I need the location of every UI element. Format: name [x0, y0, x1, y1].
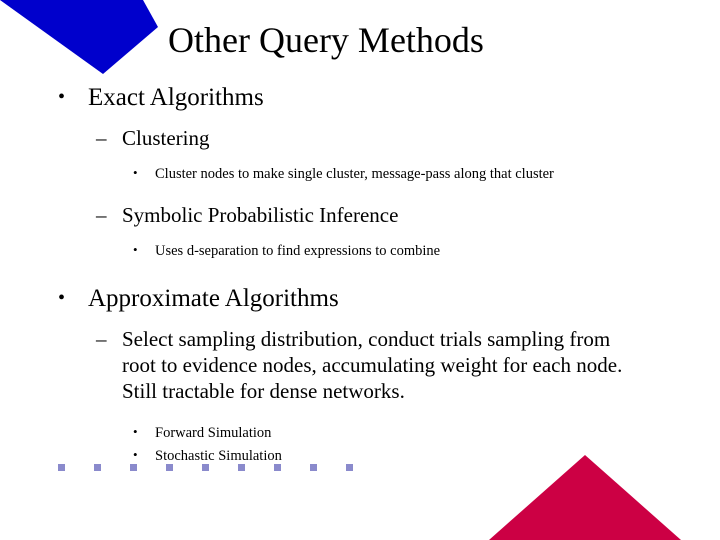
- outline-item-text: Approximate Algorithms: [88, 285, 339, 312]
- outline-item-level3: • Forward Simulation: [0, 422, 720, 443]
- outline-item-text: Symbolic Probabilistic Inference: [122, 203, 399, 227]
- bullet-glyph-level3: •: [133, 424, 138, 439]
- outline-item-text: Select sampling distribution, conduct tr…: [122, 327, 623, 403]
- bullet-glyph-level3: •: [133, 447, 138, 462]
- bullet-glyph-level2: –: [96, 203, 107, 227]
- slide-body-outline: • Exact Algorithms – Clustering • Cluster n…: [0, 82, 720, 468]
- bullet-glyph-level3: •: [133, 165, 138, 180]
- outline-item-level3: • Cluster nodes to make single cluster, m…: [0, 163, 720, 184]
- outline-item-level1: • Approximate Algorithms: [0, 283, 720, 314]
- bullet-glyph-level3: •: [133, 242, 138, 257]
- bullet-glyph-level1: •: [58, 86, 66, 108]
- slide-title: Other Query Methods: [168, 20, 484, 60]
- bullet-glyph-level2: –: [96, 327, 107, 351]
- outline-item-level3: • Stochastic Simulation: [0, 445, 720, 466]
- outline-item-level2: – Select sampling distribution, conduct t…: [0, 326, 720, 404]
- bullet-glyph-level1: •: [58, 287, 66, 309]
- outline-item-text: Clustering: [122, 126, 210, 150]
- bullet-glyph-level2: –: [96, 126, 107, 150]
- outline-item-text: Exact Algorithms: [88, 84, 264, 111]
- outline-item-level1: • Exact Algorithms: [0, 82, 720, 113]
- outline-item-text: Forward Simulation: [155, 425, 272, 441]
- outline-item-level2: – Clustering: [0, 125, 720, 151]
- corner-banner-shape: [0, 0, 158, 74]
- outline-item-level3: • Uses d-separation to find expressions t…: [0, 240, 720, 261]
- outline-item-level2: – Symbolic Probabilistic Inference: [0, 202, 720, 228]
- outline-item-text: Stochastic Simulation: [155, 448, 282, 464]
- slide-canvas: Other Query Methods • Exact Algorithms – C…: [0, 0, 720, 540]
- outline-item-text: Uses d-separation to find expressions to…: [155, 243, 441, 259]
- outline-item-text: Cluster nodes to make single cluster, me…: [155, 166, 554, 182]
